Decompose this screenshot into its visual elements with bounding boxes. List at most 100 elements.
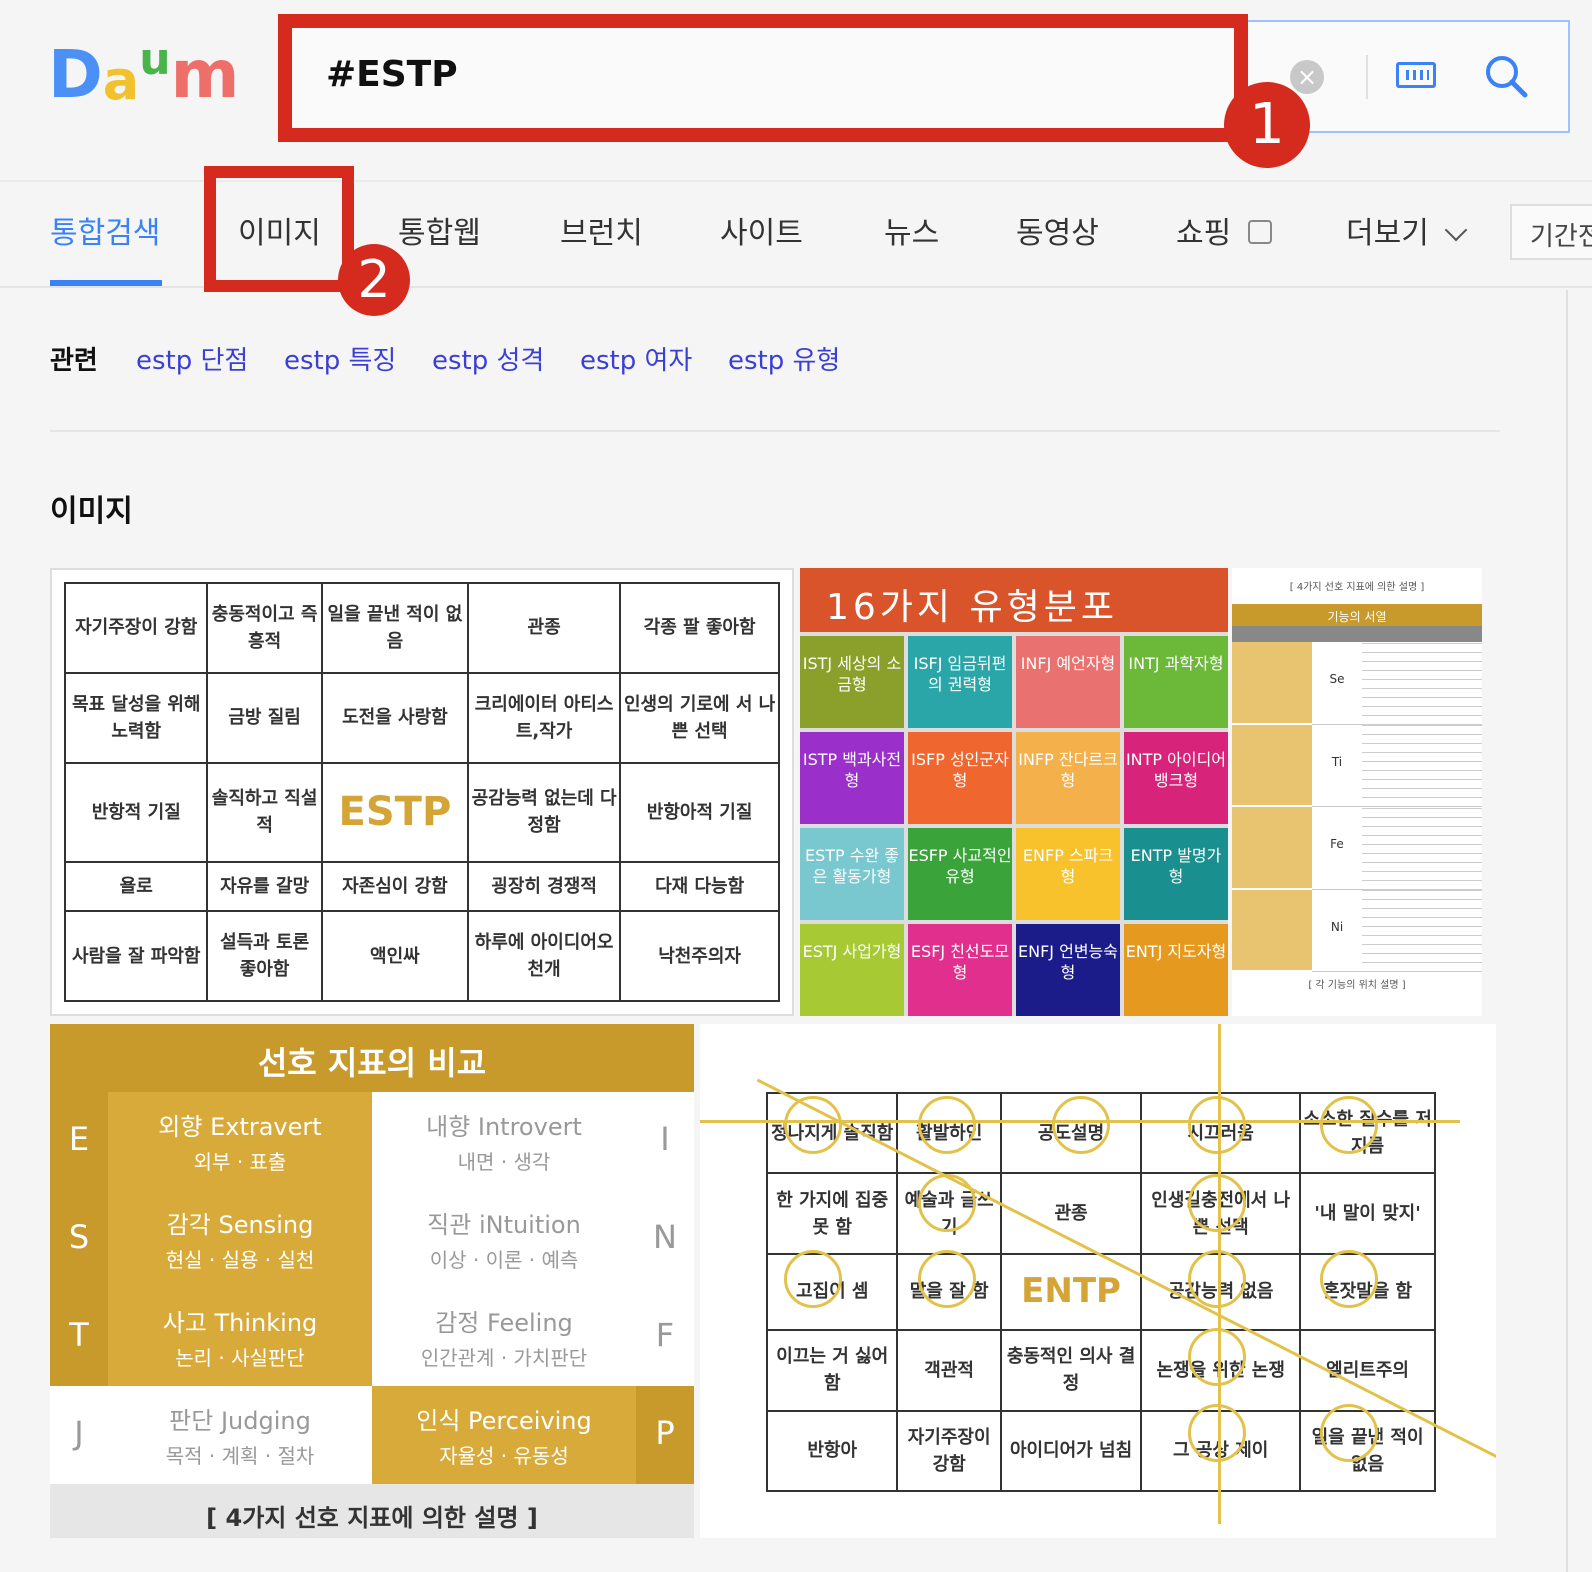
table-cell: 액인싸 (320, 910, 470, 1002)
function-order-footer: [ 각 기능의 위치 설명 ] (1232, 972, 1482, 994)
search-input-highlight: #ESTP (278, 14, 1248, 142)
related-link-type[interactable]: estp 유형 (728, 340, 840, 377)
clear-icon[interactable]: × (1290, 60, 1324, 94)
tab-brunch[interactable]: 브런치 (560, 208, 643, 252)
image-section-title: 이미지 (50, 494, 133, 529)
table-cell: 자기주장이 강함 (63, 582, 209, 674)
table-cell: 객관적 (896, 1329, 1002, 1412)
function-label: Se (1312, 642, 1362, 725)
function-description (1362, 807, 1482, 890)
keyboard-icon[interactable] (1396, 62, 1436, 88)
tab-news[interactable]: 뉴스 (884, 208, 939, 252)
estp-traits-table: 자기주장이 강함 충동적이고 즉흥적 일을 끝낸 적이 없음 관종 각종 팔 좋아함 목표… (63, 582, 780, 1002)
preference-title: 선호 지표의 비교 (50, 1024, 694, 1092)
preference-letter-right-label: F (655, 1316, 675, 1354)
bingo-circle (1188, 1328, 1246, 1386)
type-cell: ESTP 수완 좋은 활동가형 (800, 828, 904, 920)
image-result-function-order[interactable]: [ 4가지 선호 지표에 의한 설명 ] 기능의 서열 Se Ti Fe Ni [ 각… (1232, 568, 1482, 1016)
types-chart-title: 16가지 유형분포 (800, 568, 1228, 632)
tab-integrated-search[interactable]: 통합검색 (50, 208, 160, 252)
table-row: 욜로 자유를 갈망 자존심이 강함 굉장히 경쟁적 다재 다능함 (63, 860, 780, 913)
preference-letter-left-label: E (68, 1120, 90, 1158)
preference-letter-left: S (50, 1190, 108, 1288)
preference-letter-left-label: J (74, 1414, 84, 1452)
bingo-circle (1188, 1174, 1246, 1232)
tab-more[interactable]: 더보기 (1346, 208, 1429, 252)
related-link-traits[interactable]: estp 특징 (284, 340, 396, 377)
function-label: Ni (1312, 890, 1362, 972)
step-badge-1: 1 (1224, 82, 1310, 168)
period-filter-button[interactable]: 기간전 (1510, 204, 1592, 260)
tab-images-highlight (204, 166, 354, 292)
table-cell: 자기주장이 강함 (896, 1409, 1002, 1493)
logo-letter-a: a (102, 49, 140, 112)
daum-logo[interactable]: D a u m (48, 38, 239, 108)
bingo-circle (1320, 1404, 1378, 1462)
logo-letter-m: m (170, 36, 240, 113)
table-row: 목표 달성을 위해 노력함 금방 질림 도전을 사랑함 크리에이터 아티스트,작가 인생… (63, 671, 780, 764)
preference-cell-right: 직관 iNtuition 이상 · 이론 · 예측 (372, 1190, 636, 1288)
preference-letter-left-label: T (69, 1316, 89, 1354)
function-rank-cell (1232, 889, 1312, 972)
preference-letter-left: E (50, 1092, 108, 1190)
preference-cell-right-label: 내향 Introvert (426, 1113, 582, 1141)
table-cell: 낙천주의자 (619, 910, 780, 1002)
type-cell: ESFP 사교적인 유형 (908, 828, 1012, 920)
type-cell: INTJ 과학자형 (1124, 636, 1228, 728)
table-cell: 크리에이터 아티스트,작가 (467, 671, 622, 764)
table-row: 한 가지에 집중 못 함 예술과 글쓰기 관종 인생길충전에서 나쁜 선택 '내 말이 … (765, 1172, 1436, 1255)
bingo-circle (1052, 1096, 1110, 1154)
tab-integrated-web[interactable]: 통합웹 (398, 208, 481, 252)
preference-row: J 판단 Judging 목적 · 계획 · 절차 인식 Perceiving 자율성 … (50, 1386, 694, 1484)
type-cell: ENFJ 언변능숙형 (1016, 924, 1120, 1016)
bingo-circle (1188, 1404, 1246, 1462)
search-divider (1366, 55, 1368, 99)
chevron-down-icon[interactable] (1444, 218, 1468, 242)
preference-row: S 감각 Sensing 현실 · 실용 · 실천 직관 iNtuition 이상 · … (50, 1190, 694, 1288)
function-rank-cell (1232, 724, 1312, 807)
types-grid: ISTJ 세상의 소금형 ISFJ 임금뒤편의 권력형 INFJ 예언자형 INTJ … (800, 632, 1228, 1016)
preference-letter-right-label: P (655, 1414, 675, 1452)
tab-site[interactable]: 사이트 (720, 208, 803, 252)
image-result-entp-bingo[interactable]: 정나지게 솔직함활발하인공도설명시끄러움소소한 질수를 저지름한 가지에 집중 … (700, 1024, 1496, 1538)
related-link-female[interactable]: estp 여자 (580, 340, 692, 377)
function-order-subband (1232, 626, 1482, 642)
type-cell: ISFP 성인군자형 (908, 732, 1012, 824)
preference-cell-left-sub: 논리 · 사실판단 (175, 1346, 305, 1371)
preference-cell-right-sub: 자율성 · 유동성 (439, 1444, 569, 1469)
type-cell: INTP 아이디어 뱅크형 (1124, 732, 1228, 824)
related-link-weakness[interactable]: estp 단점 (136, 340, 248, 377)
preference-cell-left: 외향 Extravert 외부 · 표출 (108, 1092, 372, 1190)
search-input[interactable]: #ESTP (326, 54, 1126, 95)
tab-video[interactable]: 동영상 (1016, 208, 1099, 252)
table-cell: 공감능력 없는데 다정함 (467, 761, 622, 863)
preference-cell-left-sub: 목적 · 계획 · 절차 (165, 1444, 315, 1469)
table-cell: 인생의 기로에 서 나쁜 선택 (619, 671, 780, 764)
table-cell: 다재 다능함 (619, 860, 780, 913)
type-cell: INFP 잔다르크형 (1016, 732, 1120, 824)
table-cell: 엘리트주의 (1299, 1329, 1436, 1412)
related-link-personality[interactable]: estp 성격 (432, 340, 544, 377)
bingo-circle (918, 1250, 976, 1308)
type-cell: ISTJ 세상의 소금형 (800, 636, 904, 728)
scrollbar[interactable] (1566, 290, 1568, 1572)
logo-letter-d: D (48, 36, 103, 113)
preference-cell-left-label: 판단 Judging (169, 1407, 311, 1435)
shopping-checkbox-icon[interactable] (1248, 220, 1272, 244)
table-cell: 한 가지에 집중 못 함 (765, 1172, 899, 1255)
table-cell: 이끄는 거 싫어함 (765, 1329, 899, 1412)
table-cell: 욜로 (63, 860, 209, 913)
search-icon[interactable] (1484, 54, 1528, 98)
table-cell: 솔직하고 직설적 (206, 761, 323, 863)
image-result-16-types[interactable]: 16가지 유형분포 ISTJ 세상의 소금형 ISFJ 임금뒤편의 권력형 INFJ… (800, 568, 1228, 1016)
bingo-circle (784, 1096, 842, 1154)
preference-cell-left-label: 외향 Extravert (158, 1113, 322, 1141)
table-cell: 반항아적 기질 (619, 761, 780, 863)
tab-shopping[interactable]: 쇼핑 (1176, 208, 1231, 252)
image-result-estp-traits[interactable]: 자기주장이 강함 충동적이고 즉흥적 일을 끝낸 적이 없음 관종 각종 팔 좋아함 목표… (50, 568, 794, 1016)
bingo-circle (918, 1096, 976, 1154)
image-result-preference-comparison[interactable]: 선호 지표의 비교 E 외향 Extravert 외부 · 표출 내향 Introve… (50, 1024, 694, 1538)
table-cell: 반항아 (765, 1409, 899, 1493)
table-cell: ESTP (320, 761, 470, 863)
table-cell: 충동적인 의사 결정 (999, 1329, 1143, 1412)
